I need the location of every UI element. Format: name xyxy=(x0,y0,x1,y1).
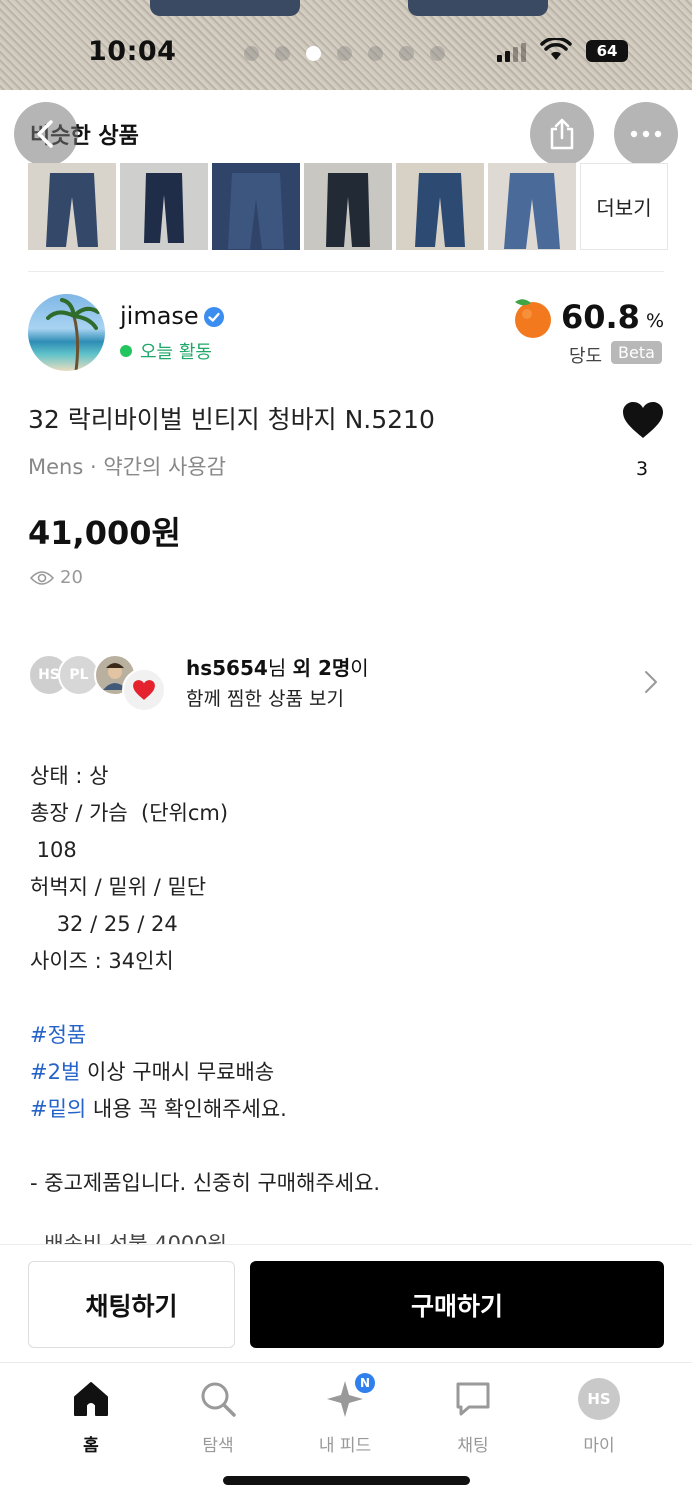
avatar: HS xyxy=(578,1378,620,1420)
description-blank-line xyxy=(30,1128,380,1165)
buy-button[interactable]: 구매하기 xyxy=(250,1261,664,1348)
similar-product-thumb[interactable] xyxy=(120,163,208,250)
more-dots-icon xyxy=(630,130,662,138)
chevron-right-icon xyxy=(645,671,657,693)
carousel-dot xyxy=(430,46,445,61)
co-liked-link-label: 함께 찜한 상품 보기 xyxy=(186,688,344,710)
tab-home[interactable]: 홈 xyxy=(41,1377,141,1456)
tab-my[interactable]: HS 마이 xyxy=(549,1377,649,1456)
chat-icon xyxy=(456,1382,490,1416)
tab-chat[interactable]: 채팅 xyxy=(423,1377,523,1456)
verified-badge-icon xyxy=(204,307,224,327)
tab-label: 마이 xyxy=(583,1436,615,1456)
share-icon xyxy=(550,118,574,150)
similar-product-thumb[interactable] xyxy=(28,163,116,250)
description-blank-line xyxy=(30,980,380,1017)
description-line: 허벅지 / 밑위 / 밑단 xyxy=(30,875,207,899)
new-badge: N xyxy=(355,1373,375,1393)
tab-label: 내 피드 xyxy=(318,1436,372,1456)
co-liked-suffix: 님 xyxy=(267,656,293,680)
seller-avatar[interactable] xyxy=(28,294,105,371)
more-options-button[interactable] xyxy=(614,102,678,166)
description-line: #밑의 내용 꼭 확인해주세요. xyxy=(30,1091,380,1128)
more-similar-button[interactable]: 더보기 xyxy=(580,163,668,250)
carousel-dot xyxy=(337,46,352,61)
co-liked-summary: hs5654님 외 2명이 xyxy=(186,652,369,681)
seller-sweetness-score[interactable]: 60.8 % xyxy=(509,294,664,340)
carousel-dot xyxy=(244,46,259,61)
similar-product-thumb[interactable] xyxy=(304,163,392,250)
section-divider xyxy=(28,271,664,272)
tab-my-feed[interactable]: N 내 피드 xyxy=(295,1373,395,1456)
carousel-dot xyxy=(368,46,383,61)
product-description: 상태 : 상 총장 / 가슴 (단위cm) 108 허벅지 / 밑위 / 밑단 … xyxy=(30,758,380,1202)
activity-label: 오늘 활동 xyxy=(140,342,212,363)
chat-button[interactable]: 채팅하기 xyxy=(28,1261,235,1348)
hashtag-link[interactable]: #2벌 xyxy=(30,1060,80,1084)
similar-product-thumb[interactable] xyxy=(212,163,300,250)
carousel-dot xyxy=(399,46,414,61)
cellular-signal-icon xyxy=(497,42,526,62)
eye-icon xyxy=(30,570,54,585)
co-liked-user: hs5654 xyxy=(186,656,268,680)
tab-label: 홈 xyxy=(83,1436,99,1456)
seller-name[interactable]: jimase xyxy=(120,302,199,330)
like-count: 3 xyxy=(636,458,649,480)
back-chevron-icon xyxy=(37,120,53,148)
status-time: 10:04 xyxy=(88,36,177,67)
product-price: 41,000원 xyxy=(28,514,181,552)
purchase-action-bar: 채팅하기 구매하기 xyxy=(0,1244,692,1362)
online-dot-icon xyxy=(120,345,132,357)
view-count: 20 xyxy=(30,567,83,588)
heart-badge xyxy=(122,668,166,712)
back-button[interactable] xyxy=(14,102,78,166)
red-heart-icon xyxy=(133,680,155,700)
product-image-jeans-left xyxy=(150,0,300,16)
description-line: 사이즈 : 34인치 xyxy=(30,949,174,973)
co-liked-products-row[interactable]: HS PL hs5654님 외 2명이 함께 찜한 상품 보기 xyxy=(28,650,664,714)
palm-tree-image xyxy=(46,298,100,371)
beta-badge: Beta xyxy=(611,341,662,364)
similar-product-thumb[interactable] xyxy=(488,163,576,250)
carousel-dot-active xyxy=(306,46,321,61)
seller-activity-status: 오늘 활동 xyxy=(120,338,212,364)
co-liked-others: 외 2명 xyxy=(292,656,351,680)
carousel-dot xyxy=(275,46,290,61)
like-heart-icon[interactable] xyxy=(621,400,665,440)
sweetness-value: 60.8 xyxy=(560,298,640,336)
description-line: 32 / 25 / 24 xyxy=(30,912,178,936)
description-line: #2벌 이상 구매시 무료배송 xyxy=(30,1054,380,1091)
orange-fruit-icon xyxy=(514,299,551,338)
home-icon xyxy=(74,1382,108,1416)
hashtag-text: 내용 꼭 확인해주세요. xyxy=(86,1097,287,1121)
tab-label: 탐색 xyxy=(202,1436,234,1456)
description-line: #정품 xyxy=(30,1017,380,1054)
hashtag-text: 이상 구매시 무료배송 xyxy=(80,1060,275,1084)
search-icon xyxy=(201,1382,236,1417)
product-image-jeans-right xyxy=(408,0,548,16)
description-line: - 중고제품입니다. 신중히 구매해주세요. xyxy=(30,1171,381,1195)
description-line: 108 xyxy=(30,838,77,862)
hashtag-link[interactable]: #정품 xyxy=(30,1023,86,1047)
product-category: Mens · 약간의 사용감 xyxy=(28,455,226,479)
view-count-value: 20 xyxy=(60,567,83,588)
battery-icon: 64 xyxy=(586,40,628,62)
sweetness-label: 당도 xyxy=(569,346,603,367)
hashtag-link[interactable]: #밑의 xyxy=(30,1097,86,1121)
tab-explore[interactable]: 탐색 xyxy=(168,1377,268,1456)
share-button[interactable] xyxy=(530,102,594,166)
description-line: 총장 / 가슴 (단위cm) xyxy=(30,801,229,825)
home-indicator xyxy=(223,1476,470,1485)
sweetness-unit: % xyxy=(645,310,664,332)
similar-products-list: 더보기 xyxy=(28,163,668,250)
description-line: 상태 : 상 xyxy=(30,764,109,788)
product-title: 32 락리바이벌 빈티지 청바지 N.5210 xyxy=(28,405,435,434)
carousel-indicator xyxy=(244,46,445,61)
tab-label: 채팅 xyxy=(457,1436,489,1456)
wifi-icon xyxy=(540,38,572,60)
co-liked-suffix2: 이 xyxy=(350,656,369,680)
similar-product-thumb[interactable] xyxy=(396,163,484,250)
